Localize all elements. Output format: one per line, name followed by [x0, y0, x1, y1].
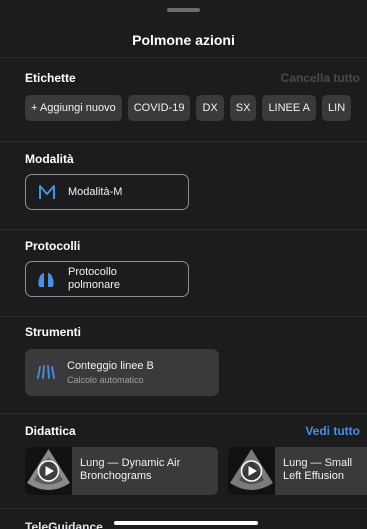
tools-section-title: Strumenti — [25, 325, 82, 339]
see-all-link[interactable]: Vedi tutto — [305, 424, 360, 438]
lung-protocol-button[interactable]: Protocollo polmonare — [25, 261, 189, 297]
add-new-label-chip[interactable]: + Aggiungi nuovo — [25, 95, 122, 121]
didactics-section-title: Didattica — [25, 424, 76, 438]
b-lines-count-tool[interactable]: Conteggio linee B Calcolo automatico — [25, 349, 219, 396]
modes-section-title: Modalità — [25, 152, 74, 166]
protocols-section-title: Protocolli — [25, 239, 81, 253]
b-lines-label: Conteggio linee B — [67, 360, 154, 372]
label-chip-covid19[interactable]: COVID-19 — [127, 95, 191, 121]
lung-protocol-label-line1: Protocollo — [68, 266, 117, 278]
teleguidance-section-title: TeleGuidance — [25, 520, 103, 529]
label-chip-dx[interactable]: DX — [196, 95, 224, 121]
section-divider — [0, 508, 367, 509]
section-divider — [0, 229, 367, 230]
ultrasound-thumbnail — [25, 447, 72, 495]
video-title-line2: Left Effusion — [283, 470, 344, 482]
section-divider — [0, 141, 367, 142]
b-lines-icon — [36, 363, 56, 386]
label-chip-linee-a[interactable]: LINEE A — [262, 95, 317, 121]
header-divider — [0, 57, 367, 58]
video-title-line2: Bronchograms — [80, 470, 152, 482]
didactic-videos: Lung — Dynamic Air Bronchograms Lung — S… — [25, 447, 367, 495]
m-mode-label: Modalità-M — [68, 186, 123, 198]
m-mode-icon — [38, 183, 56, 206]
lung-protocol-label-line2: polmonare — [68, 279, 120, 291]
section-divider — [0, 316, 367, 317]
section-divider — [0, 413, 367, 414]
sheet-title: Polmone azioni — [132, 32, 235, 48]
label-chip-sx[interactable]: SX — [229, 95, 257, 121]
video-card[interactable]: Lung — Dynamic Air Bronchograms — [25, 447, 218, 495]
label-chip-linee-b[interactable]: LIN — [322, 95, 352, 121]
labels-section-title: Etichette — [25, 71, 76, 85]
label-chips: + Aggiungi nuovo COVID-19 DX SX LINEE A … — [25, 95, 352, 121]
video-title-line1: Lung — Small — [283, 457, 353, 469]
video-card[interactable]: Lung — Small Left Effusion — [228, 447, 367, 495]
video-title-line1: Lung — Dynamic Air — [80, 457, 181, 469]
actions-sheet: Polmone azioni Etichette Cancella tutto … — [0, 0, 367, 529]
lung-icon — [36, 270, 56, 295]
ultrasound-thumbnail — [228, 447, 275, 495]
clear-all-button[interactable]: Cancella tutto — [281, 71, 360, 85]
b-lines-sublabel: Calcolo automatico — [67, 375, 144, 385]
home-indicator[interactable] — [114, 521, 258, 525]
m-mode-button[interactable]: Modalità-M — [25, 174, 189, 210]
sheet-grabber[interactable] — [167, 8, 200, 12]
